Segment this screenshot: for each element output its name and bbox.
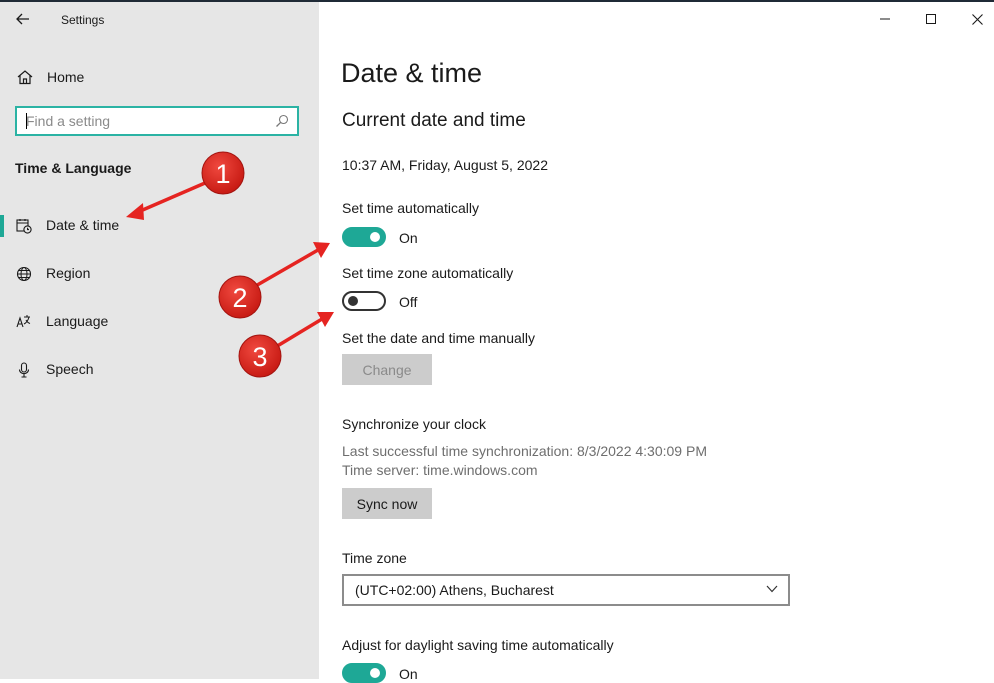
sidebar-item-label: Speech [46, 361, 94, 377]
selected-indicator [0, 215, 4, 237]
set-timezone-auto-label: Set time zone automatically [342, 265, 514, 281]
set-time-auto-label: Set time automatically [342, 200, 479, 216]
globe-icon [16, 266, 32, 282]
time-zone-select[interactable]: (UTC+02:00) Athens, Bucharest [342, 574, 790, 606]
set-timezone-auto-state: Off [399, 294, 418, 310]
dst-toggle[interactable] [342, 663, 386, 683]
last-sync-text: Last successful time synchronization: 8/… [342, 443, 707, 459]
sidebar-item-label: Home [47, 69, 85, 85]
sidebar-item-date-time[interactable]: Date & time [0, 206, 319, 246]
set-time-auto-toggle[interactable] [342, 227, 386, 247]
search-icon[interactable] [275, 114, 289, 128]
close-button[interactable] [954, 4, 994, 34]
main-content: Date & time Current date and time 10:37 … [319, 2, 994, 683]
sync-now-button[interactable]: Sync now [342, 488, 432, 519]
back-button[interactable] [10, 8, 36, 30]
change-button[interactable]: Change [342, 354, 432, 385]
home-icon [17, 70, 33, 85]
toggle-knob [348, 296, 358, 306]
current-datetime: 10:37 AM, Friday, August 5, 2022 [342, 157, 548, 173]
dst-label: Adjust for daylight saving time automati… [342, 637, 614, 653]
microphone-icon [18, 362, 30, 378]
app-title: Settings [61, 13, 105, 27]
sidebar-item-label: Region [46, 265, 91, 281]
sidebar: Settings Home Time & Language Date & tim… [0, 2, 319, 679]
sidebar-item-home[interactable]: Home [0, 62, 319, 92]
minimize-icon [880, 18, 890, 20]
section-subheading: Current date and time [342, 110, 526, 131]
manual-time-label: Set the date and time manually [342, 330, 536, 346]
chevron-down-icon [766, 585, 778, 593]
minimize-button[interactable] [862, 4, 908, 34]
set-time-auto-state: On [399, 230, 418, 246]
toggle-knob [370, 668, 380, 678]
toggle-knob [370, 232, 380, 242]
search-input[interactable] [26, 112, 266, 130]
dst-state: On [399, 666, 418, 682]
section-header: Time & Language [15, 160, 132, 176]
time-server-text: Time server: time.windows.com [342, 462, 538, 478]
maximize-icon [926, 14, 936, 24]
time-zone-label: Time zone [342, 550, 407, 566]
sidebar-item-region[interactable]: Region [0, 254, 319, 294]
sidebar-item-label: Date & time [46, 217, 120, 233]
language-icon [16, 315, 31, 328]
maximize-button[interactable] [908, 4, 954, 34]
back-arrow-icon [16, 13, 29, 25]
sidebar-item-speech[interactable]: Speech [0, 350, 319, 390]
sidebar-item-language[interactable]: Language [0, 302, 319, 342]
time-zone-value: (UTC+02:00) Athens, Bucharest [355, 582, 554, 598]
text-caret [26, 113, 27, 129]
sidebar-item-label: Language [46, 313, 109, 329]
calendar-clock-icon [16, 219, 32, 234]
close-icon [971, 13, 983, 25]
page-title: Date & time [341, 58, 483, 88]
set-timezone-auto-toggle[interactable] [342, 291, 386, 311]
search-box[interactable] [15, 106, 299, 136]
sync-heading: Synchronize your clock [342, 416, 486, 432]
